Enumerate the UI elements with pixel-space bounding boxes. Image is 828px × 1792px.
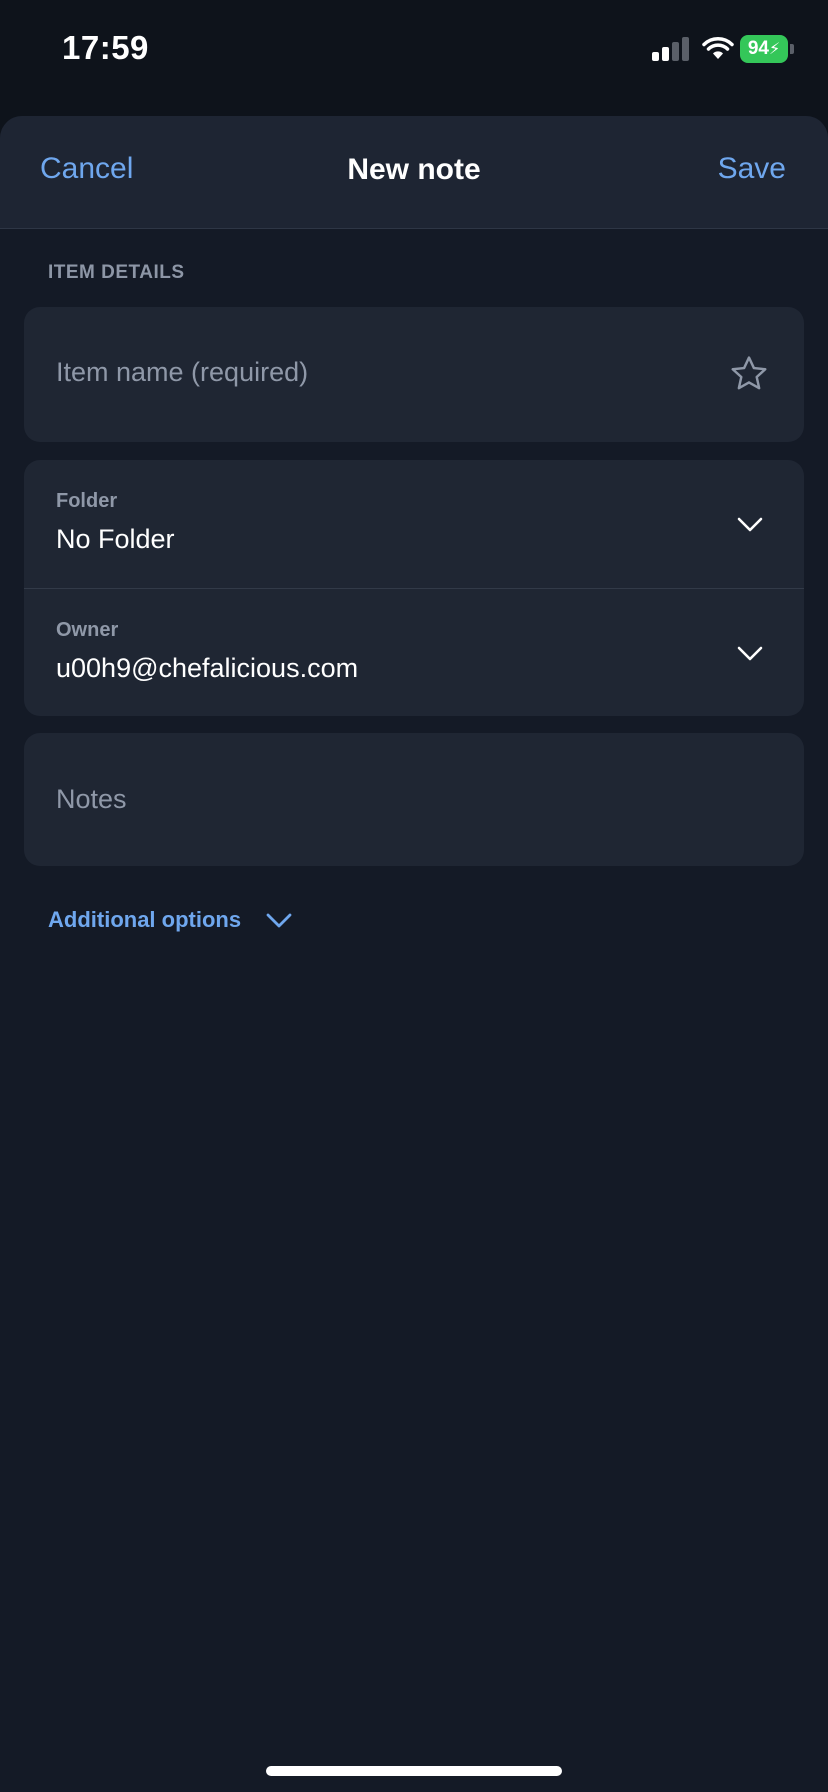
folder-value: No Folder (56, 524, 175, 554)
notes-placeholder: Notes (56, 784, 127, 814)
chevron-down-icon (737, 646, 763, 661)
owner-select[interactable]: Owner u00h9@chefalicious.com (24, 589, 804, 717)
section-header-item-details: ITEM DETAILS (48, 262, 185, 283)
additional-options-label: Additional options (48, 907, 242, 933)
additional-options-toggle[interactable]: Additional options (48, 906, 293, 934)
screen: 17:59 94⚡ Cancel New note Save ITEM DETA… (0, 0, 828, 1792)
item-name-field[interactable]: Item name (required) (24, 307, 804, 442)
status-icons: 94⚡ (628, 0, 828, 100)
navigation-bar: Cancel New note Save (0, 116, 828, 229)
page-title: New note (347, 153, 481, 186)
status-bar: 17:59 94⚡ (0, 0, 828, 100)
wifi-icon (702, 37, 734, 59)
battery-icon: 94⚡ (740, 35, 796, 63)
cellular-signal-icon (652, 37, 689, 61)
status-time: 17:59 (62, 29, 149, 66)
owner-value: u00h9@chefalicious.com (56, 653, 359, 683)
save-button[interactable]: Save (718, 152, 786, 186)
battery-level: 94 (747, 38, 769, 59)
folder-owner-card: Folder No Folder Owner u00h9@chefaliciou… (24, 460, 804, 716)
item-name-placeholder: Item name (required) (56, 357, 309, 387)
star-icon[interactable] (728, 353, 770, 395)
chevron-down-icon (737, 517, 763, 532)
chevron-down-icon (266, 913, 292, 928)
home-indicator[interactable] (266, 1766, 562, 1776)
folder-label: Folder (56, 490, 118, 512)
owner-label: Owner (56, 619, 119, 641)
notes-field[interactable]: Notes (24, 733, 804, 866)
new-note-sheet: Cancel New note Save ITEM DETAILS Item n… (0, 116, 828, 1792)
folder-select[interactable]: Folder No Folder (24, 460, 804, 588)
